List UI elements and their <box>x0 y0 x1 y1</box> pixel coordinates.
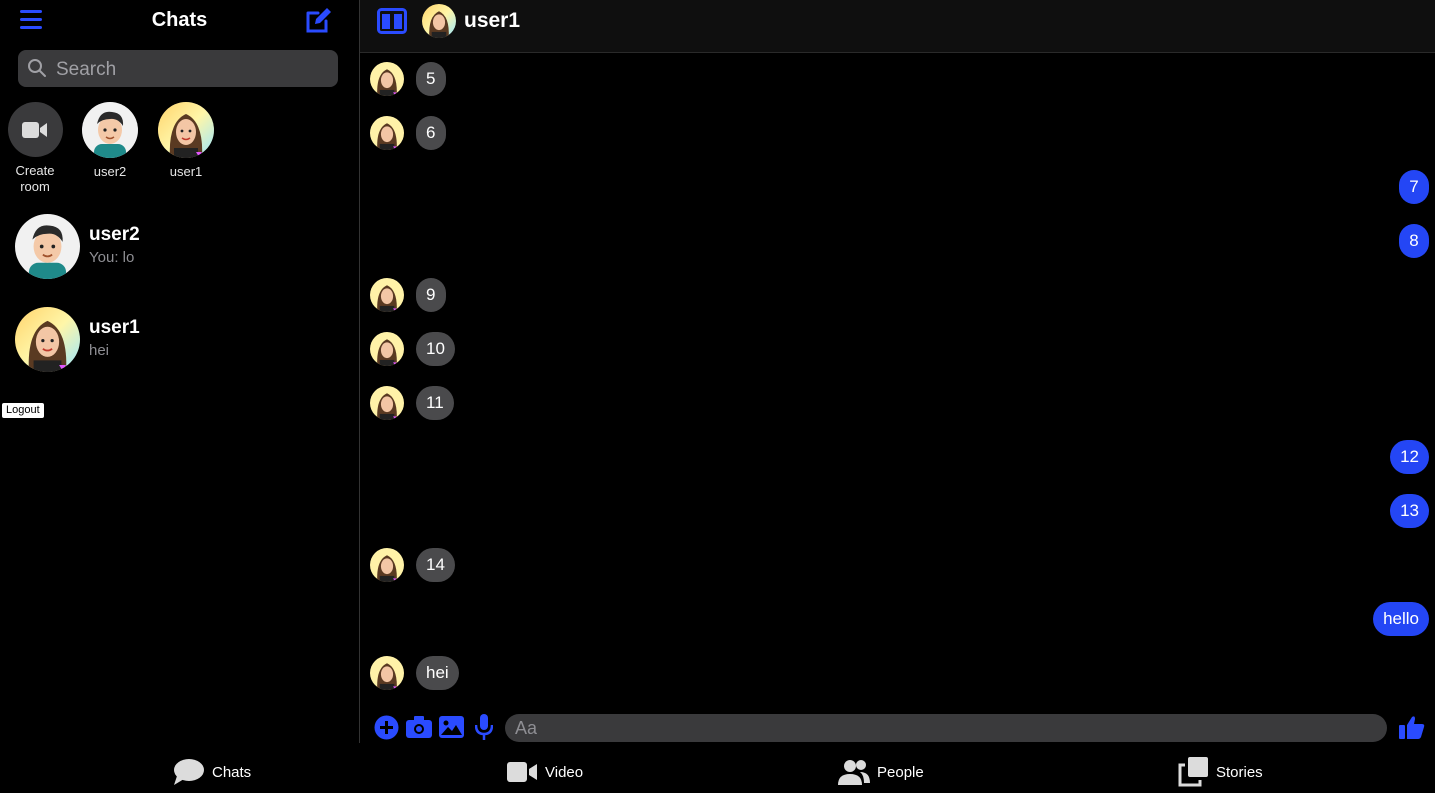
avatar <box>370 278 404 312</box>
panel-toggle-icon[interactable] <box>377 8 407 34</box>
video-camera-icon <box>22 121 47 138</box>
chat-contact-name[interactable]: user1 <box>464 9 520 33</box>
message-bubble[interactable]: hei <box>416 656 459 690</box>
conversation-user2[interactable]: user2 You: lo <box>0 214 359 294</box>
outgoing-message-bubble[interactable]: hello <box>1373 602 1429 636</box>
avatar <box>370 656 404 690</box>
message-bubble[interactable]: 11 <box>416 386 454 420</box>
nav-stories[interactable]: Stories <box>1178 757 1263 787</box>
compose-icon[interactable] <box>305 7 332 34</box>
logout-button[interactable]: Logout <box>2 403 44 418</box>
conversation-user1[interactable]: user1 hei <box>0 307 359 387</box>
nav-chats[interactable]: Chats <box>173 757 251 787</box>
microphone-icon[interactable] <box>475 714 493 740</box>
stories-icon <box>1178 757 1208 787</box>
conversation-name: user1 <box>89 317 140 338</box>
outgoing-message-bubble[interactable]: 12 <box>1390 440 1429 474</box>
nav-people[interactable]: People <box>838 757 924 787</box>
people-icon <box>838 760 870 785</box>
story-user2[interactable]: user2 <box>75 102 145 180</box>
message-bubble[interactable]: 6 <box>416 116 446 150</box>
avatar <box>15 307 80 372</box>
nav-label: Stories <box>1216 763 1263 781</box>
story-user1[interactable]: user1 <box>151 102 221 180</box>
sidebar-header: Chats <box>0 0 359 42</box>
camera-icon[interactable] <box>406 716 432 738</box>
message-input[interactable] <box>505 714 1387 742</box>
thumbs-up-icon[interactable] <box>1399 715 1425 739</box>
message-bubble[interactable]: 14 <box>416 548 455 582</box>
bottom-nav: Chats Video People Stories <box>0 743 1435 793</box>
add-circle-icon[interactable] <box>374 715 399 740</box>
conversation-preview: hei <box>89 342 110 359</box>
create-room-button[interactable]: Create room <box>0 102 70 195</box>
image-icon[interactable] <box>439 716 464 738</box>
conversation-preview: You: lo <box>89 249 135 266</box>
stories-row: Create room user2 user1 <box>0 102 359 202</box>
message-list: 5 6 7 8 9 10 11 12 13 14 hello hei <box>360 53 1435 703</box>
chat-header: user1 <box>360 0 1435 53</box>
outgoing-message-bubble[interactable]: 8 <box>1399 224 1429 258</box>
chat-bubble-icon <box>174 759 204 785</box>
story-label: user2 <box>93 164 127 179</box>
story-label: user1 <box>169 164 203 179</box>
nav-label: People <box>877 763 924 781</box>
avatar <box>370 548 404 582</box>
avatar <box>15 214 80 279</box>
outgoing-message-bubble[interactable]: 13 <box>1390 494 1429 528</box>
outgoing-message-bubble[interactable]: 7 <box>1399 170 1429 204</box>
avatar <box>158 102 214 158</box>
avatar <box>370 332 404 366</box>
message-bubble[interactable]: 9 <box>416 278 446 312</box>
sidebar: Chats Create room <box>0 0 360 743</box>
message-composer <box>360 703 1435 743</box>
nav-label: Video <box>545 763 584 781</box>
search-icon <box>28 59 46 77</box>
search-box[interactable] <box>18 50 338 89</box>
video-camera-icon <box>507 762 537 782</box>
avatar <box>370 116 404 150</box>
nav-video[interactable]: Video <box>507 757 583 787</box>
conversation-name: user2 <box>89 224 140 245</box>
message-bubble[interactable]: 5 <box>416 62 446 96</box>
avatar <box>370 386 404 420</box>
nav-label: Chats <box>212 763 252 781</box>
search-input[interactable] <box>54 50 328 89</box>
avatar <box>370 62 404 96</box>
avatar[interactable] <box>422 4 456 38</box>
story-label: Create room <box>15 163 55 194</box>
avatar <box>82 102 138 158</box>
message-bubble[interactable]: 10 <box>416 332 455 366</box>
